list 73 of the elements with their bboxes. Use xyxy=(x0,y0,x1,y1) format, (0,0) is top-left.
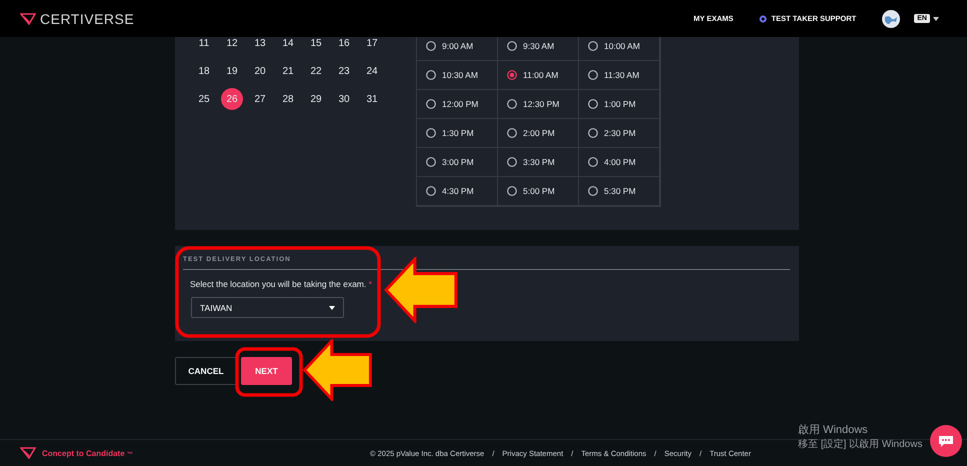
time-slot[interactable]: 5:00 PM xyxy=(498,177,579,206)
calendar-day[interactable]: 13 xyxy=(246,37,274,57)
time-slot[interactable]: 3:30 PM xyxy=(498,148,579,177)
radio-button[interactable] xyxy=(588,70,598,80)
time-slot[interactable]: 1:00 PM xyxy=(579,90,660,119)
radio-button[interactable] xyxy=(507,186,517,196)
calendar-day[interactable]: 19 xyxy=(218,57,246,85)
time-slot[interactable]: 2:30 PM xyxy=(579,119,660,148)
arrow-drawing xyxy=(302,339,373,401)
calendar-day[interactable]: 20 xyxy=(246,57,274,85)
time-slot[interactable]: 10:00 AM xyxy=(579,37,660,61)
time-slot[interactable]: 11:00 AM xyxy=(498,61,579,90)
caret-icon[interactable] xyxy=(933,16,939,20)
radio-button[interactable] xyxy=(588,128,598,138)
time-slot[interactable]: 12:30 PM xyxy=(498,90,579,119)
calendar-day[interactable]: 18 xyxy=(190,57,218,85)
calendar-day[interactable]: 24 xyxy=(358,57,386,85)
calendar-day[interactable]: 25 xyxy=(190,85,218,113)
calendar-day[interactable]: 30 xyxy=(330,85,358,113)
radio-button[interactable] xyxy=(507,41,517,51)
cancel-button[interactable]: CANCEL xyxy=(175,357,237,385)
activation-title: 啟用 Windows xyxy=(798,423,869,437)
calendar-day[interactable]: 11 xyxy=(190,37,218,57)
time-slot[interactable]: 2:00 PM xyxy=(498,119,579,148)
caret-icon xyxy=(329,306,335,310)
radio-button[interactable] xyxy=(507,70,517,80)
time-slot[interactable]: 11:30 AM xyxy=(579,61,660,90)
chat-button[interactable] xyxy=(930,425,962,457)
time-slot[interactable]: 9:30 AM xyxy=(498,37,579,61)
calendar-day[interactable]: 27 xyxy=(246,85,274,113)
calendar-day[interactable]: 16 xyxy=(330,37,358,57)
calendar-day[interactable]: 22 xyxy=(302,57,330,85)
calendar-day[interactable]: 17 xyxy=(358,37,386,57)
highlight-frame xyxy=(235,347,303,397)
avatar-icon[interactable] xyxy=(882,10,900,28)
calendar-day[interactable]: 21 xyxy=(274,57,302,85)
time-slot[interactable]: 4:00 PM xyxy=(579,148,660,177)
time-slot[interactable]: 10:30 AM xyxy=(417,61,498,90)
next-button[interactable]: NEXT xyxy=(241,357,292,385)
chat-icon xyxy=(938,434,954,448)
radio-button[interactable] xyxy=(588,157,598,167)
time-slot[interactable]: 3:00 PM xyxy=(417,148,498,177)
calendar-day[interactable]: 29 xyxy=(302,85,330,113)
radio-button[interactable] xyxy=(588,186,598,196)
radio-button[interactable] xyxy=(507,99,517,109)
logo-icon xyxy=(20,12,36,24)
time-slot[interactable]: 1:30 PM xyxy=(417,119,498,148)
calendar-day[interactable]: 14 xyxy=(274,37,302,57)
radio-button[interactable] xyxy=(588,99,598,109)
radio-button[interactable] xyxy=(426,186,436,196)
radio-button[interactable] xyxy=(426,70,436,80)
calendar-day[interactable]: 28 xyxy=(274,85,302,113)
field-label: Select the location you will be taking the exam. * xyxy=(190,279,373,289)
calendar-day[interactable]: 31 xyxy=(358,85,386,113)
radio-button[interactable] xyxy=(426,157,436,167)
time-slot[interactable]: 9:00 AM xyxy=(417,37,498,61)
logo-icon xyxy=(20,447,36,459)
calendar-day[interactable]: 15 xyxy=(302,37,330,57)
time-slot[interactable]: 5:30 PM xyxy=(579,177,660,206)
activation-text: 移至 [設定] 以啟用 Windows xyxy=(798,438,922,451)
radio-button[interactable] xyxy=(426,41,436,51)
radio-button[interactable] xyxy=(507,157,517,167)
radio-button[interactable] xyxy=(507,128,517,138)
time-slot[interactable]: 4:30 PM xyxy=(417,177,498,206)
location-select[interactable]: TAIWAN xyxy=(191,297,344,318)
time-slot[interactable]: 12:00 PM xyxy=(417,90,498,119)
support-icon xyxy=(759,14,768,22)
radio-button[interactable] xyxy=(588,41,598,51)
brand-logo[interactable]: CERTIVERSE xyxy=(40,10,134,26)
calendar-day[interactable]: 12 xyxy=(218,37,246,57)
calendar-day[interactable]: 23 xyxy=(330,57,358,85)
radio-button[interactable] xyxy=(426,128,436,138)
radio-button[interactable] xyxy=(426,99,436,109)
